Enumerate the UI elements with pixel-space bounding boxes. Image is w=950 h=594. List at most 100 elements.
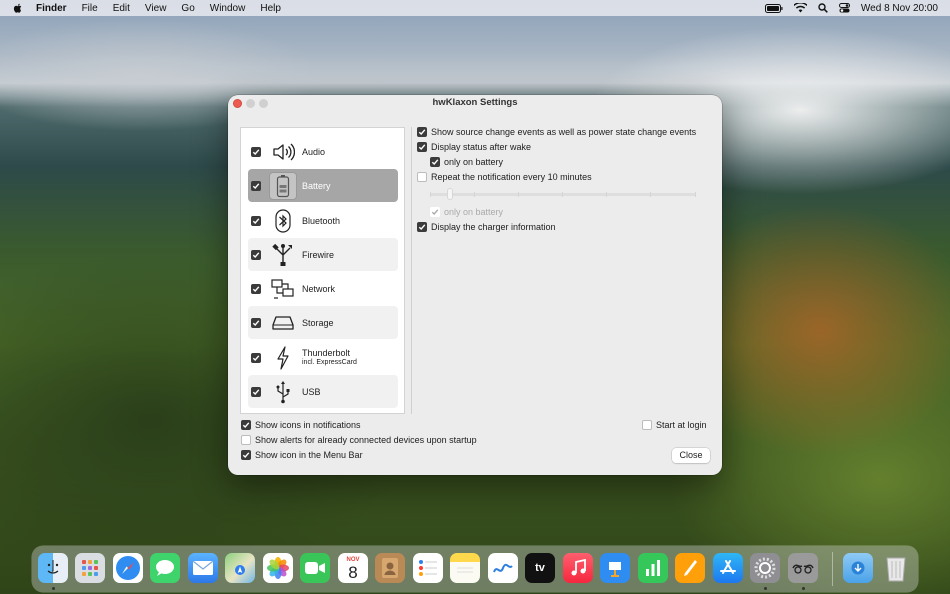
close-window-button[interactable] (233, 99, 242, 108)
option-menubar-icon[interactable]: Show icon in the Menu Bar (241, 450, 363, 460)
network-icon (269, 275, 297, 303)
checkbox-start-login[interactable] (642, 420, 652, 430)
device-checkbox-usb[interactable] (251, 386, 261, 397)
pages-icon[interactable] (675, 553, 705, 583)
option-wake-only-battery[interactable]: only on battery (430, 157, 503, 167)
device-label: USB (302, 386, 321, 397)
drive-icon (269, 309, 297, 337)
trash-icon[interactable] (881, 553, 911, 583)
contacts-icon[interactable] (375, 553, 405, 583)
numbers-icon[interactable] (638, 553, 668, 583)
settings-window: hwKlaxon Settings Audio Battery Bluetoot… (228, 95, 722, 475)
device-label: Audio (302, 146, 326, 157)
messages-icon[interactable] (150, 553, 180, 583)
checkbox-show-icons[interactable] (241, 420, 251, 430)
checkbox-wake-only-battery[interactable] (430, 157, 440, 167)
device-label: Battery (302, 180, 331, 191)
running-indicator (802, 587, 805, 590)
firewire-icon (269, 241, 297, 269)
device-row-network[interactable]: Network (248, 272, 398, 305)
device-checkbox-network[interactable] (251, 283, 261, 294)
option-label: Show source change events as well as pow… (431, 127, 697, 137)
option-source-change[interactable]: Show source change events as well as pow… (417, 127, 696, 137)
maps-icon[interactable] (225, 553, 255, 583)
keynote-icon[interactable] (600, 553, 630, 583)
control-center-icon[interactable] (838, 3, 850, 13)
device-row-usb[interactable]: USB (248, 375, 398, 408)
downloads-folder-icon[interactable] (843, 553, 873, 583)
device-checkbox-bluetooth[interactable] (251, 215, 261, 226)
option-label: only on battery (444, 207, 504, 217)
menu-go[interactable]: Go (181, 3, 194, 14)
device-sublabel: incl. ExpressCard (302, 358, 357, 366)
mail-icon[interactable] (188, 553, 218, 583)
device-checkbox-battery[interactable] (251, 180, 261, 191)
menu-help[interactable]: Help (260, 3, 281, 14)
menu-finder[interactable]: Finder (36, 3, 67, 14)
running-indicator (764, 587, 767, 590)
option-label: Repeat the notification every 10 minutes (431, 172, 592, 182)
checkbox-source-change[interactable] (417, 127, 427, 137)
device-row-firewire[interactable]: Firewire (248, 238, 398, 271)
checkbox-status-after-wake[interactable] (417, 142, 427, 152)
option-show-icons[interactable]: Show icons in notifications (241, 420, 361, 430)
settings-icon[interactable] (750, 553, 780, 583)
device-label: Thunderbolt incl. ExpressCard (302, 348, 357, 368)
option-label: Show icon in the Menu Bar (255, 450, 363, 460)
menu-window[interactable]: Window (210, 3, 246, 14)
slider-ticks (430, 192, 696, 198)
device-checkbox-storage[interactable] (251, 317, 261, 328)
apple-menu-icon[interactable] (12, 2, 24, 14)
menu-edit[interactable]: Edit (113, 3, 130, 14)
device-checkbox-thunderbolt[interactable] (251, 352, 261, 363)
option-label: Start at login (656, 420, 707, 430)
option-status-after-wake[interactable]: Display status after wake (417, 142, 531, 152)
option-label: Display status after wake (431, 142, 532, 152)
device-label-main: Thunderbolt (302, 347, 351, 358)
appstore-icon[interactable] (713, 553, 743, 583)
option-repeat-notification[interactable]: Repeat the notification every 10 minutes (417, 172, 592, 182)
menu-view[interactable]: View (145, 3, 167, 14)
photos-icon[interactable] (263, 553, 293, 583)
wifi-icon[interactable] (793, 3, 807, 13)
music-icon[interactable] (563, 553, 593, 583)
checkbox-menubar-icon[interactable] (241, 450, 251, 460)
device-label: Storage (302, 317, 334, 328)
calendar-icon[interactable]: NOV 8 (338, 553, 368, 583)
device-row-battery[interactable]: Battery (248, 169, 398, 202)
option-repeat-only-battery: only on battery (430, 207, 503, 217)
freeform-icon[interactable] (488, 553, 518, 583)
checkbox-repeat-notification[interactable] (417, 172, 427, 182)
device-checkbox-audio[interactable] (251, 146, 261, 157)
appletv-icon[interactable]: tv (525, 553, 555, 583)
reminders-icon[interactable] (413, 553, 443, 583)
launchpad-icon[interactable] (75, 553, 105, 583)
device-row-thunderbolt[interactable]: Thunderbolt incl. ExpressCard (248, 341, 398, 374)
checkbox-charger-info[interactable] (417, 222, 427, 232)
hwklaxon-icon[interactable] (788, 553, 818, 583)
speaker-icon (269, 138, 297, 166)
clock[interactable]: Wed 8 Nov 20:00 (861, 3, 938, 14)
safari-icon[interactable] (113, 553, 143, 583)
menu-file[interactable]: File (82, 3, 98, 14)
notes-icon[interactable] (450, 553, 480, 583)
close-button[interactable]: Close (672, 448, 710, 463)
option-label: Display the charger information (431, 222, 556, 232)
running-indicator (52, 587, 55, 590)
option-show-alerts[interactable]: Show alerts for already connected device… (241, 435, 477, 445)
device-label: Firewire (302, 249, 335, 260)
device-row-bluetooth[interactable]: Bluetooth (248, 204, 398, 237)
device-row-storage[interactable]: Storage (248, 306, 398, 339)
spotlight-search-icon[interactable] (818, 3, 828, 13)
finder-icon[interactable] (38, 553, 68, 583)
window-titlebar: hwKlaxon Settings (228, 95, 722, 112)
battery-status-icon[interactable] (764, 3, 783, 13)
window-title: hwKlaxon Settings (432, 97, 518, 108)
device-list: Audio Battery Bluetooth Firewire Network… (240, 127, 405, 414)
device-checkbox-firewire[interactable] (251, 249, 261, 260)
device-row-audio[interactable]: Audio (248, 135, 398, 168)
checkbox-show-alerts[interactable] (241, 435, 251, 445)
facetime-icon[interactable] (300, 553, 330, 583)
option-charger-info[interactable]: Display the charger information (417, 222, 556, 232)
option-start-login[interactable]: Start at login (642, 420, 707, 430)
